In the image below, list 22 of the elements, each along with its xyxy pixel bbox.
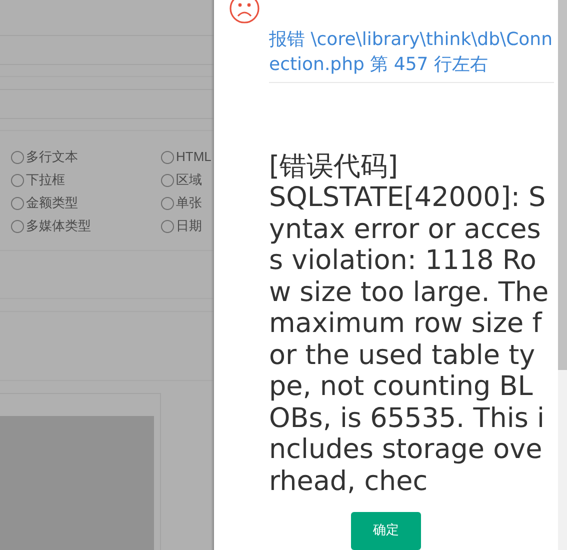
radio-label: 区域 [176, 171, 202, 190]
radio-button[interactable] [161, 196, 174, 210]
radio-button[interactable] [11, 174, 24, 186]
radio-button[interactable] [11, 150, 24, 164]
radio-label: 多媒体类型 [26, 217, 91, 236]
radio-button[interactable] [11, 196, 24, 210]
sad-face-icon [229, 0, 260, 24]
radio-button[interactable] [161, 174, 174, 186]
radio-label: 金额类型 [26, 194, 78, 212]
radio-label: 下拉框 [26, 171, 65, 190]
error-code-label: [错误代码] [269, 150, 400, 182]
radio-label: 单张 [176, 194, 202, 212]
radio-label: HTML [176, 148, 212, 166]
scrollbar-thumb[interactable] [558, 0, 567, 370]
radio-label: 多行文本 [26, 148, 78, 166]
error-message: SQLSTATE[42000]: Syntax error or access violation: 1118 Row size too large. The maximum row size for the used table type, not counting BLOBs, is 65535. This includes storage overhead, chec [269, 182, 550, 498]
radio-button[interactable] [161, 150, 174, 164]
error-location: 报错 \core\library\think\db\Connection.php 第 457 行左右 [269, 26, 554, 83]
radio-button[interactable] [11, 220, 24, 232]
radio-label: 日期 [176, 217, 202, 236]
confirm-button[interactable]: 确定 [351, 512, 421, 550]
radio-button[interactable] [161, 220, 174, 232]
